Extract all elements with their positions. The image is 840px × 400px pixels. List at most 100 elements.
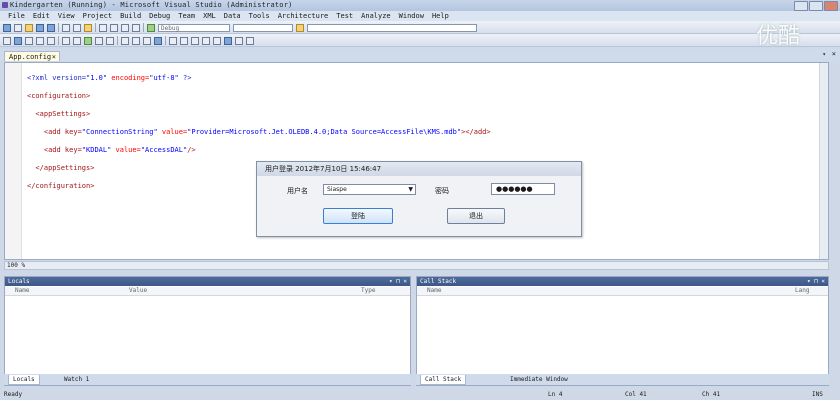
- menu-project[interactable]: Project: [79, 12, 117, 20]
- paste-icon[interactable]: [84, 23, 92, 32]
- menu-data[interactable]: Data: [220, 12, 245, 20]
- navigate-backward-icon[interactable]: [121, 23, 129, 32]
- comment-icon[interactable]: [62, 36, 70, 45]
- menu-analyze[interactable]: Analyze: [357, 12, 395, 20]
- status-bar: Ready Ln 4 Col 41 Ch 41 INS: [0, 389, 840, 400]
- debug-xslt-icon[interactable]: [235, 36, 243, 45]
- start-page-icon[interactable]: [47, 36, 55, 45]
- tab-call-stack[interactable]: Call Stack: [420, 375, 467, 385]
- redo-icon[interactable]: [110, 23, 118, 32]
- toolbar-options-icon[interactable]: [246, 36, 254, 45]
- window-title: Kindergarten (Running) - Microsoft Visua…: [10, 1, 293, 9]
- minimize-button[interactable]: [794, 1, 808, 11]
- menu-test[interactable]: Test: [332, 12, 357, 20]
- clear-bookmarks-icon[interactable]: [202, 36, 210, 45]
- column-type[interactable]: Type: [361, 287, 375, 295]
- find-combo[interactable]: [307, 23, 477, 32]
- username-select[interactable]: Siaspe ▼: [323, 184, 416, 195]
- save-icon[interactable]: [36, 23, 44, 32]
- new-project-icon[interactable]: [3, 23, 11, 32]
- panel-controls-icon[interactable]: ▾ ⊓ ×: [389, 277, 407, 286]
- menu-xml[interactable]: XML: [199, 12, 220, 20]
- zoom-level[interactable]: 100 %: [7, 262, 25, 269]
- solution-explorer-icon[interactable]: [3, 36, 11, 45]
- tab-app-config[interactable]: App.config ×: [4, 51, 60, 61]
- column-name[interactable]: Name: [15, 287, 29, 295]
- find-in-files-icon[interactable]: [296, 23, 304, 32]
- split-icon[interactable]: [191, 36, 199, 45]
- call-stack-panel-header: Call Stack ▾ ⊓ ×: [417, 277, 828, 286]
- menu-file[interactable]: File: [4, 12, 29, 20]
- schema-icon[interactable]: [213, 36, 221, 45]
- menu-tools[interactable]: Tools: [245, 12, 274, 20]
- status-text: Ready: [4, 391, 23, 398]
- menu-help[interactable]: Help: [428, 12, 453, 20]
- cut-icon[interactable]: [62, 23, 70, 32]
- toolbar-separator: [117, 36, 118, 45]
- column-lang[interactable]: Lang: [795, 287, 809, 295]
- editor-horizontal-scrollbar[interactable]: 100 %: [4, 261, 829, 270]
- tab-watch-1[interactable]: Watch 1: [60, 375, 93, 385]
- increase-indent-icon[interactable]: [132, 36, 140, 45]
- toolbar-separator: [143, 23, 144, 32]
- editor-gutter: [5, 63, 22, 259]
- save-all-icon[interactable]: [47, 23, 55, 32]
- menu-view[interactable]: View: [54, 12, 79, 20]
- navigate-forward-icon[interactable]: [132, 23, 140, 32]
- toolbox-icon[interactable]: [36, 36, 44, 45]
- call-stack-panel: Call Stack ▾ ⊓ × Name Lang: [416, 276, 829, 386]
- format-document-icon[interactable]: [154, 36, 162, 45]
- next-bookmark-icon[interactable]: [106, 36, 114, 45]
- menu-debug[interactable]: Debug: [145, 12, 174, 20]
- copy-icon[interactable]: [73, 23, 81, 32]
- add-item-icon[interactable]: [14, 23, 22, 32]
- password-field[interactable]: ●●●●●●: [491, 183, 555, 195]
- locals-panel: Locals ▾ ⊓ × Name Value Type: [4, 276, 411, 386]
- close-window-button[interactable]: [824, 1, 838, 11]
- password-label: 密码: [435, 187, 449, 195]
- word-wrap-icon[interactable]: [143, 36, 151, 45]
- code-line: <add key="KDDAL" value="AccessDAL"/>: [27, 146, 196, 154]
- dialog-title: 用户登录 2012年7月10日 15:46:47: [257, 162, 581, 176]
- menu-build[interactable]: Build: [116, 12, 145, 20]
- start-debugging-icon[interactable]: [147, 23, 155, 32]
- panel-controls-icon[interactable]: ▾ ⊓ ×: [807, 277, 825, 286]
- properties-icon[interactable]: [14, 36, 22, 45]
- column-value[interactable]: Value: [129, 287, 147, 295]
- solution-config-combo[interactable]: Debug: [158, 23, 230, 32]
- standard-toolbar: Debug: [0, 21, 840, 34]
- menu-window[interactable]: Window: [395, 12, 428, 20]
- show-xslt-output-icon[interactable]: [224, 36, 232, 45]
- menu-architecture[interactable]: Architecture: [274, 12, 333, 20]
- chevron-down-icon[interactable]: ▼: [408, 185, 413, 195]
- undo-icon[interactable]: [99, 23, 107, 32]
- tab-locals[interactable]: Locals: [8, 375, 40, 385]
- status-insert-mode: INS: [812, 391, 823, 398]
- object-browser-icon[interactable]: [25, 36, 33, 45]
- window-icon[interactable]: [169, 36, 177, 45]
- decrease-indent-icon[interactable]: [121, 36, 129, 45]
- close-tab-icon[interactable]: ×: [52, 52, 56, 62]
- menu-team[interactable]: Team: [174, 12, 199, 20]
- status-char: Ch 41: [702, 391, 721, 398]
- menu-bar: File Edit View Project Build Debug Team …: [0, 11, 840, 21]
- open-file-icon[interactable]: [25, 23, 33, 32]
- exit-button[interactable]: 退出: [447, 208, 505, 224]
- username-label: 用户名: [287, 187, 308, 195]
- maximize-button[interactable]: [809, 1, 823, 11]
- toolbar-separator: [58, 23, 59, 32]
- bookmark-icon[interactable]: [84, 36, 92, 45]
- call-stack-tab-strip: Call Stack Immediate Window: [416, 374, 829, 385]
- prev-bookmark-icon[interactable]: [95, 36, 103, 45]
- column-name[interactable]: Name: [427, 287, 441, 295]
- toolbar-separator: [95, 23, 96, 32]
- platform-combo[interactable]: [233, 23, 293, 32]
- tab-immediate-window[interactable]: Immediate Window: [506, 375, 572, 385]
- close-document-icon[interactable]: ×: [832, 50, 836, 58]
- menu-edit[interactable]: Edit: [29, 12, 54, 20]
- layout-icon[interactable]: [180, 36, 188, 45]
- editor-vertical-scrollbar[interactable]: [819, 63, 828, 259]
- login-button[interactable]: 登陆: [323, 208, 393, 224]
- tab-dropdown-icon[interactable]: ▾: [822, 51, 826, 58]
- uncomment-icon[interactable]: [73, 36, 81, 45]
